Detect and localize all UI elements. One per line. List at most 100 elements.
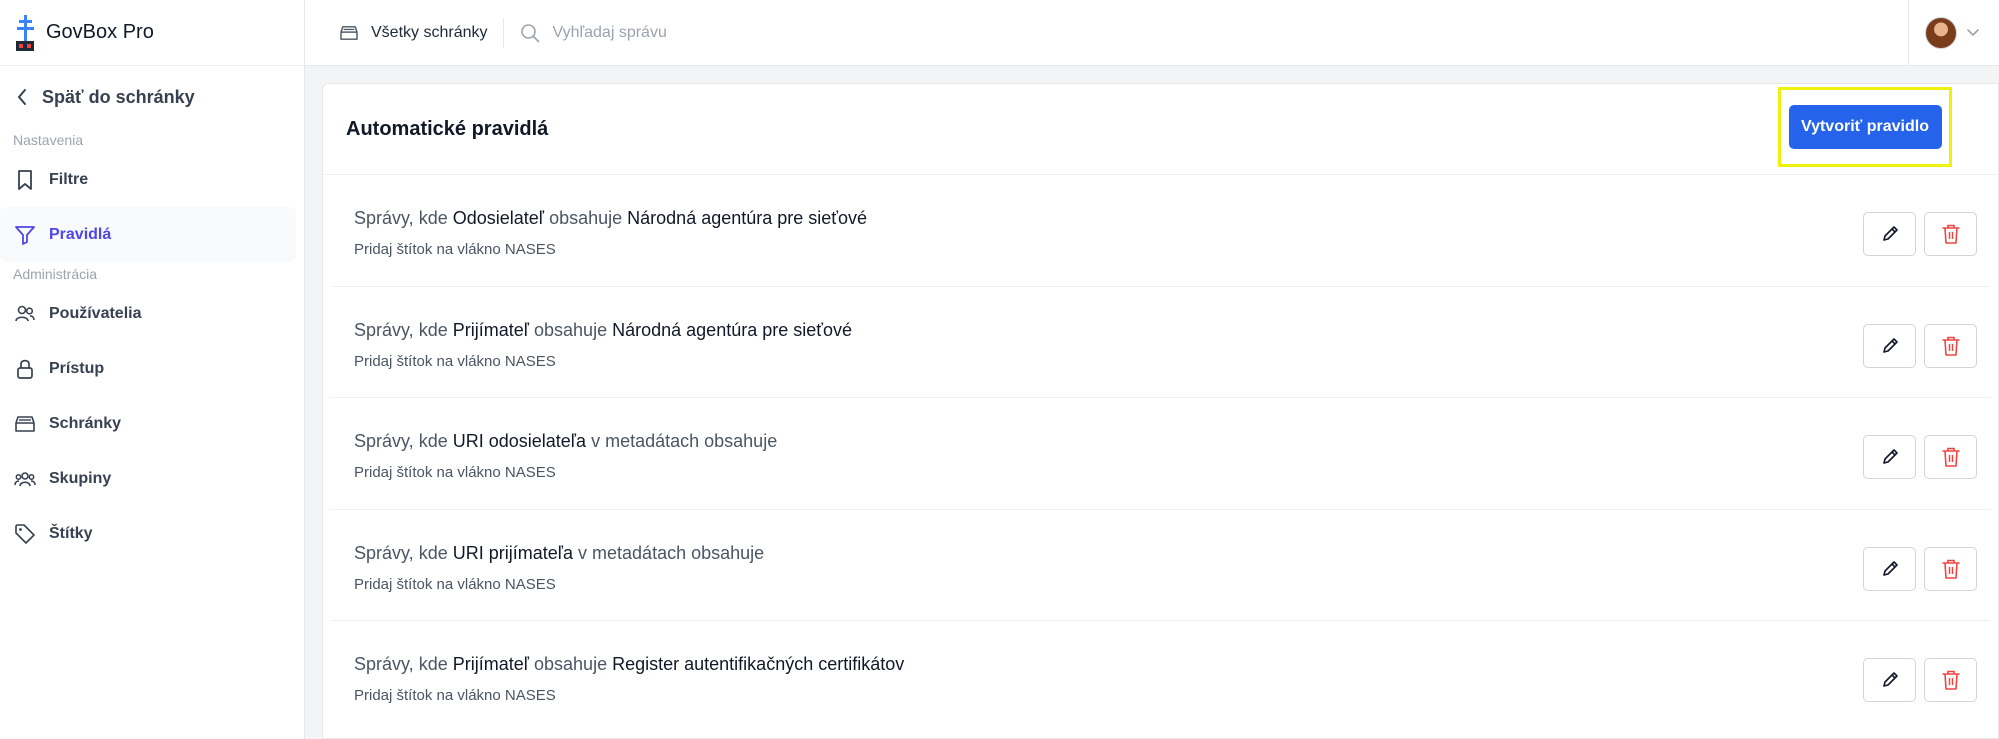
chevron-down-icon[interactable] bbox=[1967, 29, 1979, 37]
lock-icon bbox=[14, 358, 36, 380]
chevron-left-icon bbox=[17, 89, 26, 105]
rule-operator: obsahuje bbox=[534, 319, 608, 340]
rule-description: Správy, kde Prijímateľ obsahuje Register… bbox=[354, 654, 904, 704]
rules-list: Správy, kde Odosielateľ obsahuje Národná… bbox=[323, 175, 1998, 733]
bookmark-icon bbox=[14, 169, 36, 191]
rule-action: Pridaj štítok na vlákno NASES bbox=[354, 576, 764, 593]
rule-tag: NASES bbox=[504, 575, 556, 593]
sidebar-item-label: Schránky bbox=[49, 414, 122, 432]
rule-field: URI odosielateľa bbox=[452, 431, 587, 451]
rule-value: Register autentifikačných certifikátov bbox=[612, 654, 905, 674]
edit-rule-button[interactable] bbox=[1863, 212, 1916, 256]
sidebar-item-label: Používatelia bbox=[49, 304, 142, 322]
mailbox-selector-label: Všetky schránky bbox=[371, 23, 488, 41]
pencil-icon bbox=[1882, 449, 1898, 464]
panel-header: Automatické pravidlá bbox=[323, 84, 1998, 175]
mailbox-selector[interactable]: Všetky schránky bbox=[305, 17, 505, 48]
sidebar-item-label: Filtre bbox=[49, 170, 89, 188]
rule-prefix: Správy, kde bbox=[354, 319, 448, 340]
sidebar-item-users[interactable]: Používatelia bbox=[0, 286, 296, 341]
sidebar-item-label: Prístup bbox=[49, 359, 105, 377]
rule-tag: NASES bbox=[504, 241, 556, 258]
pencil-icon bbox=[1882, 560, 1898, 576]
rule-operator: v metadátach obsahuje bbox=[591, 431, 778, 451]
edit-rule-button[interactable] bbox=[1863, 435, 1916, 479]
rule-field: URI prijímateľa bbox=[452, 542, 574, 563]
sidebar-item-tags[interactable]: Štítky bbox=[0, 506, 296, 561]
rule-actions bbox=[1863, 546, 1977, 591]
rule-action-prefix: Pridaj štítok na vlákno bbox=[354, 241, 501, 258]
group-icon bbox=[14, 468, 36, 490]
rule-row: Správy, kde Prijímateľ obsahuje Národná … bbox=[331, 287, 1990, 398]
rule-condition: Správy, kde Odosielateľ obsahuje Národná… bbox=[354, 208, 867, 229]
delete-rule-button[interactable] bbox=[1924, 212, 1977, 256]
rule-actions bbox=[1863, 212, 1977, 256]
rule-row: Správy, kde URI odosielateľa v metadátac… bbox=[331, 398, 1990, 510]
sidebar-item-label: Štítky bbox=[49, 524, 93, 542]
rule-description: Správy, kde Prijímateľ obsahuje Národná … bbox=[354, 320, 852, 370]
edit-rule-button[interactable] bbox=[1863, 546, 1916, 591]
search-input[interactable] bbox=[552, 23, 953, 42]
rule-description: Správy, kde URI odosielateľa v metadátac… bbox=[354, 431, 777, 481]
brand[interactable]: GovBox Pro bbox=[0, 0, 304, 66]
back-to-mailbox-link[interactable]: Späť do schránky bbox=[0, 66, 304, 128]
rule-field: Odosielateľ bbox=[452, 208, 545, 228]
rule-value: Národná agentúra pre sieťové bbox=[627, 208, 868, 228]
sidebar-item-groups[interactable]: Skupiny bbox=[0, 451, 296, 506]
rule-operator: obsahuje bbox=[549, 208, 623, 228]
search-box bbox=[520, 23, 953, 43]
app-name: GovBox Pro bbox=[46, 21, 154, 43]
users-icon bbox=[14, 303, 36, 325]
rule-actions bbox=[1863, 323, 1977, 368]
delete-rule-button[interactable] bbox=[1924, 323, 1977, 368]
rule-condition: Správy, kde URI prijímateľa v metadátach… bbox=[354, 543, 764, 564]
rule-description: Správy, kde Odosielateľ obsahuje Národná… bbox=[354, 208, 867, 258]
create-button-highlight: Vytvoriť pravidlo bbox=[1778, 87, 1952, 167]
rules-panel: Automatické pravidlá Vytvoriť pravidlo S… bbox=[322, 83, 1999, 739]
rule-prefix: Správy, kde bbox=[354, 654, 448, 674]
trash-icon bbox=[1941, 447, 1960, 467]
rule-field: Prijímateľ bbox=[452, 654, 529, 674]
rule-action: Pridaj štítok na vlákno NASES bbox=[354, 353, 852, 370]
create-rule-button[interactable]: Vytvoriť pravidlo bbox=[1788, 105, 1942, 149]
delete-rule-button[interactable] bbox=[1924, 658, 1977, 702]
section-label-settings: Nastavenia bbox=[13, 132, 84, 148]
rule-action: Pridaj štítok na vlákno NASES bbox=[354, 241, 867, 258]
rule-row: Správy, kde Odosielateľ obsahuje Národná… bbox=[331, 175, 1990, 287]
rule-actions bbox=[1863, 658, 1977, 702]
rule-action-prefix: Pridaj štítok na vlákno bbox=[354, 352, 501, 370]
back-label: Späť do schránky bbox=[42, 86, 195, 107]
rule-description: Správy, kde URI prijímateľa v metadátach… bbox=[354, 543, 764, 593]
sidebar-item-rules[interactable]: Pravidlá bbox=[0, 207, 296, 262]
trash-icon bbox=[1941, 670, 1960, 690]
sidebar-item-label: Pravidlá bbox=[49, 225, 112, 243]
rule-value: Národná agentúra pre sieťové bbox=[612, 319, 853, 340]
sidebar: GovBox Pro Späť do schránky Nastavenia F… bbox=[0, 0, 305, 739]
rule-action-prefix: Pridaj štítok na vlákno bbox=[354, 464, 501, 481]
rule-actions bbox=[1863, 435, 1977, 479]
section-label-admin: Administrácia bbox=[13, 266, 98, 282]
edit-rule-button[interactable] bbox=[1863, 323, 1916, 368]
sidebar-item-access[interactable]: Prístup bbox=[0, 341, 296, 396]
rule-prefix: Správy, kde bbox=[354, 542, 448, 563]
rule-row: Správy, kde URI prijímateľa v metadátach… bbox=[331, 510, 1990, 621]
inbox-icon bbox=[340, 25, 358, 40]
sidebar-item-mailboxes[interactable]: Schránky bbox=[0, 396, 296, 451]
rule-tag: NASES bbox=[504, 352, 556, 370]
rule-tag: NASES bbox=[504, 464, 556, 481]
edit-rule-button[interactable] bbox=[1863, 658, 1916, 702]
delete-rule-button[interactable] bbox=[1924, 546, 1977, 591]
rule-action-prefix: Pridaj štítok na vlákno bbox=[354, 687, 501, 704]
rule-prefix: Správy, kde bbox=[354, 208, 448, 228]
pencil-icon bbox=[1882, 226, 1898, 241]
sidebar-item-label: Skupiny bbox=[49, 469, 112, 487]
sidebar-item-filters[interactable]: Filtre bbox=[0, 152, 296, 207]
trash-icon bbox=[1941, 559, 1960, 579]
rule-prefix: Správy, kde bbox=[354, 431, 448, 451]
delete-rule-button[interactable] bbox=[1924, 435, 1977, 479]
rule-action: Pridaj štítok na vlákno NASES bbox=[354, 464, 777, 481]
user-menu[interactable] bbox=[1908, 0, 1979, 66]
avatar[interactable] bbox=[1925, 17, 1957, 49]
pencil-icon bbox=[1882, 672, 1898, 687]
govbox-logo-icon bbox=[16, 14, 34, 51]
